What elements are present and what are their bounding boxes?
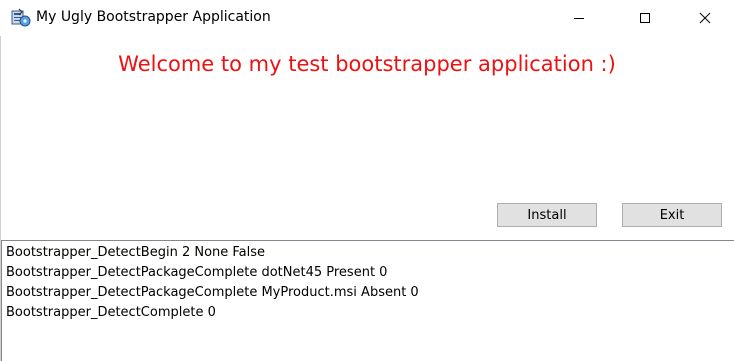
window-title: My Ugly Bootstrapper Application <box>36 9 271 25</box>
maximize-button[interactable] <box>622 0 668 36</box>
installer-app-icon <box>10 7 32 29</box>
bootstrapper-window: My Ugly Bootstrapper Application Welcome… <box>0 0 734 361</box>
log-line: Bootstrapper_DetectPackageComplete MyPro… <box>6 285 419 300</box>
welcome-message: Welcome to my test bootstrapper applicat… <box>118 52 616 76</box>
title-bar[interactable]: My Ugly Bootstrapper Application <box>0 0 734 36</box>
log-output[interactable]: Bootstrapper_DetectBegin 2 None False Bo… <box>1 240 734 361</box>
log-line: Bootstrapper_DetectPackageComplete dotNe… <box>6 265 388 280</box>
minimize-icon <box>573 12 585 24</box>
minimize-button[interactable] <box>556 0 602 36</box>
maximize-icon <box>639 12 651 24</box>
install-button[interactable]: Install <box>497 203 597 227</box>
close-icon <box>699 12 711 24</box>
log-line: Bootstrapper_DetectBegin 2 None False <box>6 245 266 260</box>
log-line: Bootstrapper_DetectComplete 0 <box>6 305 216 320</box>
close-button[interactable] <box>682 0 728 36</box>
exit-button[interactable]: Exit <box>622 203 722 227</box>
